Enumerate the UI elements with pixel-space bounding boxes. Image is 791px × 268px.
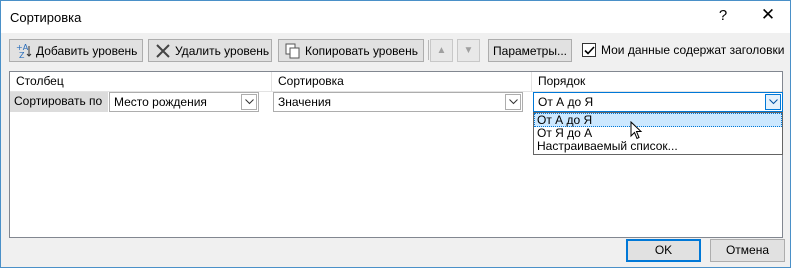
order-option-custom-list[interactable]: Настраиваемый список... [534,140,782,153]
copy-level-label: Копировать уровень [305,43,418,58]
checkmark-icon [584,46,595,55]
toolbar-separator [428,40,429,60]
copy-icon [285,43,301,59]
order-option-a-z[interactable]: От А до Я [534,113,782,127]
delete-level-label: Удалить уровень [175,43,270,58]
sort-on-select-value: Значения [278,95,332,109]
toolbar: +A Z Добавить уровень Удалить уровень Ко… [1,35,790,65]
help-button[interactable]: ? [713,7,733,24]
options-label: Параметры... [493,43,567,58]
mouse-cursor-icon [630,121,643,140]
order-select-value: От А до Я [538,95,594,109]
options-button[interactable]: Параметры... [488,39,572,62]
cancel-button[interactable]: Отмена [710,239,785,262]
chevron-down-icon[interactable] [765,94,781,110]
copy-level-button[interactable]: Копировать уровень [278,39,424,62]
add-level-label: Добавить уровень [36,43,138,58]
add-sort-level-icon: +A Z [16,43,32,60]
delete-level-button[interactable]: Удалить уровень [148,39,272,62]
move-up-icon: ▲ [436,45,447,56]
column-select-value: Место рождения [114,95,207,109]
sort-levels-grid: Столбец Сортировка Порядок Сортировать п… [9,71,783,238]
column-header-sort-on: Сортировка [272,72,532,92]
move-up-button[interactable]: ▲ [430,39,453,62]
svg-text:Z: Z [19,51,25,59]
column-header-order: Порядок [532,72,782,92]
ok-button[interactable]: OK [626,239,701,262]
row-label: Сортировать по [10,92,108,112]
order-dropdown-list: От А до Я От Я до А Настраиваемый список… [533,112,783,155]
sort-on-select[interactable]: Значения [273,92,523,112]
delete-x-icon [155,43,171,59]
column-header-column: Столбец [10,72,272,92]
add-level-button[interactable]: +A Z Добавить уровень [9,39,143,62]
move-down-button[interactable]: ▼ [457,39,480,62]
chevron-down-icon[interactable] [505,94,521,110]
column-select[interactable]: Место рождения [109,92,259,112]
close-button[interactable]: ✕ [756,5,780,25]
move-down-icon: ▼ [463,45,474,56]
dialog-title: Сортировка [10,10,82,25]
headers-checkbox-label[interactable]: Мои данные содержат заголовки [601,43,784,57]
chevron-down-icon[interactable] [241,94,257,110]
title-bar: Сортировка ? ✕ [1,1,790,33]
order-select[interactable]: От А до Я [533,92,783,112]
headers-checkbox[interactable] [582,43,596,57]
sort-dialog: Сортировка ? ✕ +A Z Добавить уровень Уда… [0,0,791,268]
